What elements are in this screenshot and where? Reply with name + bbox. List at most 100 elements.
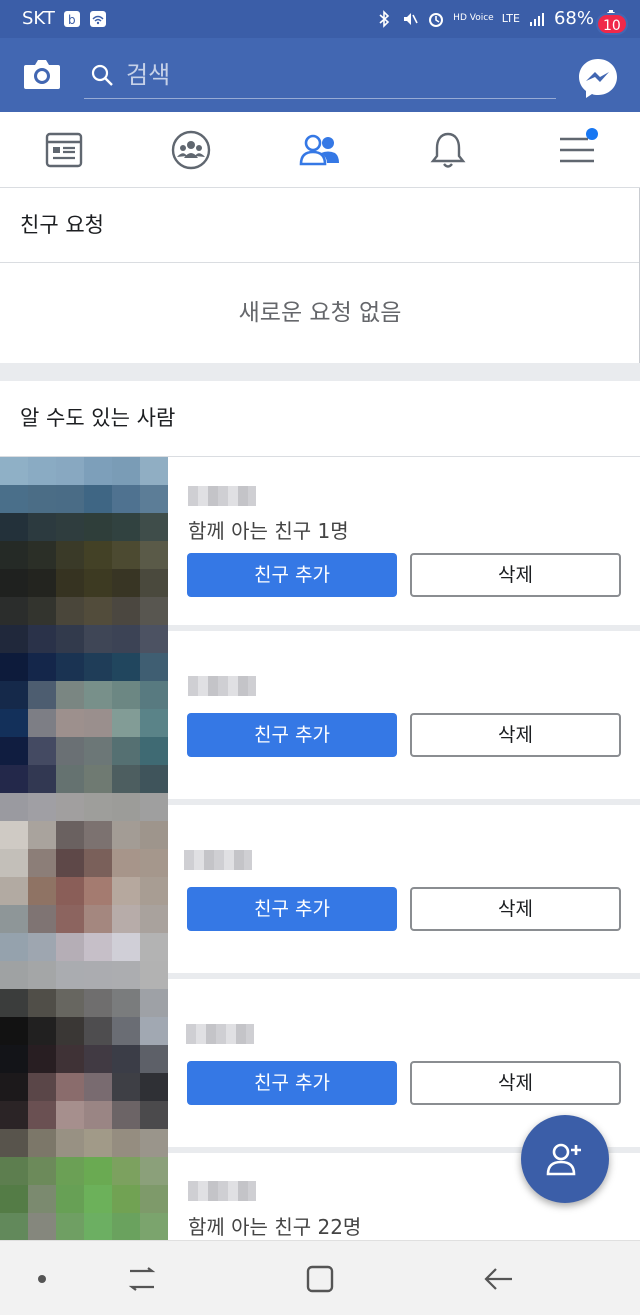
battery-percent: 68% xyxy=(553,8,594,29)
photo-pixel xyxy=(0,793,28,821)
photo-pixel xyxy=(28,597,56,625)
back-arrow-icon xyxy=(484,1268,512,1290)
news-feed-icon xyxy=(45,132,83,168)
nav-dot-button[interactable] xyxy=(22,1263,62,1295)
photo-pixel xyxy=(56,933,84,961)
photo-pixel xyxy=(56,1073,84,1101)
photo-pixel xyxy=(140,821,168,849)
delete-button[interactable]: 삭제 xyxy=(410,1061,621,1105)
home-button[interactable] xyxy=(300,1263,340,1295)
photo-pixel xyxy=(140,709,168,737)
recents-button[interactable] xyxy=(122,1263,162,1295)
photo-pixel xyxy=(56,821,84,849)
camera-icon[interactable] xyxy=(22,56,62,92)
person-name-blurred[interactable] xyxy=(184,850,252,870)
photo-pixel xyxy=(140,1157,168,1185)
delete-button[interactable]: 삭제 xyxy=(410,713,621,757)
photo-pixel xyxy=(28,485,56,513)
photo-pixel xyxy=(0,1017,28,1045)
photo-pixel xyxy=(140,877,168,905)
status-bar: SKT b HD Voice LTE 68% xyxy=(0,0,640,38)
add-friend-button[interactable]: 친구 추가 xyxy=(187,1061,397,1105)
photo-pixel xyxy=(28,513,56,541)
back-button[interactable] xyxy=(478,1263,518,1295)
photo-pixel xyxy=(0,1101,28,1129)
scroll-indicator xyxy=(632,188,640,378)
search-icon xyxy=(91,64,113,86)
alarm-icon xyxy=(429,12,444,27)
photo-pixel xyxy=(84,989,112,1017)
friend-requests-title: 친구 요청 xyxy=(0,188,640,263)
photo-pixel xyxy=(84,1213,112,1241)
tab-friends[interactable] xyxy=(298,128,342,172)
photo-pixel xyxy=(140,1101,168,1129)
photo-pixel xyxy=(56,625,84,653)
messenger-icon[interactable] xyxy=(576,56,620,100)
photo-pixel xyxy=(28,737,56,765)
photo-pixel xyxy=(84,709,112,737)
photo-pixel xyxy=(140,457,168,485)
tab-groups[interactable] xyxy=(169,128,213,172)
person-name-blurred[interactable] xyxy=(186,1024,254,1044)
photo-pixel xyxy=(28,1073,56,1101)
app-bar xyxy=(0,38,640,112)
photo-pixel xyxy=(112,1185,140,1213)
photo-pixel xyxy=(140,905,168,933)
photo-pixel xyxy=(112,989,140,1017)
photo-pixel xyxy=(140,1213,168,1241)
search-input[interactable] xyxy=(126,59,526,91)
photo-pixel xyxy=(84,1185,112,1213)
delete-button[interactable]: 삭제 xyxy=(410,553,621,597)
find-friends-button[interactable] xyxy=(521,1115,609,1203)
photo-pixel xyxy=(84,765,112,793)
photo-pixel xyxy=(0,905,28,933)
photo-pixel xyxy=(0,681,28,709)
photo-pixel xyxy=(0,737,28,765)
photo-pixel xyxy=(112,513,140,541)
photo-pixel xyxy=(84,1157,112,1185)
tab-notifications[interactable] xyxy=(426,128,470,172)
photo-pixel xyxy=(112,737,140,765)
photo-pixel xyxy=(56,1129,84,1157)
photo-pixel xyxy=(0,961,28,989)
add-friend-button[interactable]: 친구 추가 xyxy=(187,887,397,931)
photo-pixel xyxy=(0,709,28,737)
mutual-friends: 함께 아는 친구 1명 xyxy=(188,519,349,543)
person-name-blurred[interactable] xyxy=(188,676,256,696)
photo-pixel xyxy=(0,457,28,485)
photo-pixel xyxy=(0,1213,28,1241)
photo-pixel xyxy=(140,485,168,513)
add-friend-button[interactable]: 친구 추가 xyxy=(187,553,397,597)
photo-pixel xyxy=(28,793,56,821)
photo-pixel xyxy=(0,653,28,681)
photo-pixel xyxy=(84,485,112,513)
photo-pixel xyxy=(28,933,56,961)
delete-button[interactable]: 삭제 xyxy=(410,887,621,931)
photo-pixel xyxy=(140,989,168,1017)
profile-photos-blurred[interactable] xyxy=(0,457,168,1241)
photo-pixel xyxy=(56,541,84,569)
photo-pixel xyxy=(112,849,140,877)
photo-pixel xyxy=(56,905,84,933)
photo-pixel xyxy=(0,485,28,513)
search-bar[interactable] xyxy=(84,55,556,99)
photo-pixel xyxy=(0,513,28,541)
home-icon xyxy=(306,1265,334,1293)
signal-icon xyxy=(529,12,544,26)
photo-pixel xyxy=(140,569,168,597)
messenger-badge: 10 xyxy=(596,13,628,35)
photo-pixel xyxy=(112,457,140,485)
recents-icon xyxy=(128,1267,156,1291)
photo-pixel xyxy=(28,1101,56,1129)
photo-pixel xyxy=(84,569,112,597)
photo-pixel xyxy=(84,933,112,961)
photo-pixel xyxy=(84,1045,112,1073)
photo-pixel xyxy=(56,681,84,709)
add-friend-button[interactable]: 친구 추가 xyxy=(187,713,397,757)
tab-news-feed[interactable] xyxy=(42,128,86,172)
photo-pixel xyxy=(140,625,168,653)
person-name-blurred[interactable] xyxy=(188,486,256,506)
photo-pixel xyxy=(56,653,84,681)
person-name-blurred[interactable] xyxy=(188,1181,256,1201)
bluetooth-icon xyxy=(379,9,390,28)
